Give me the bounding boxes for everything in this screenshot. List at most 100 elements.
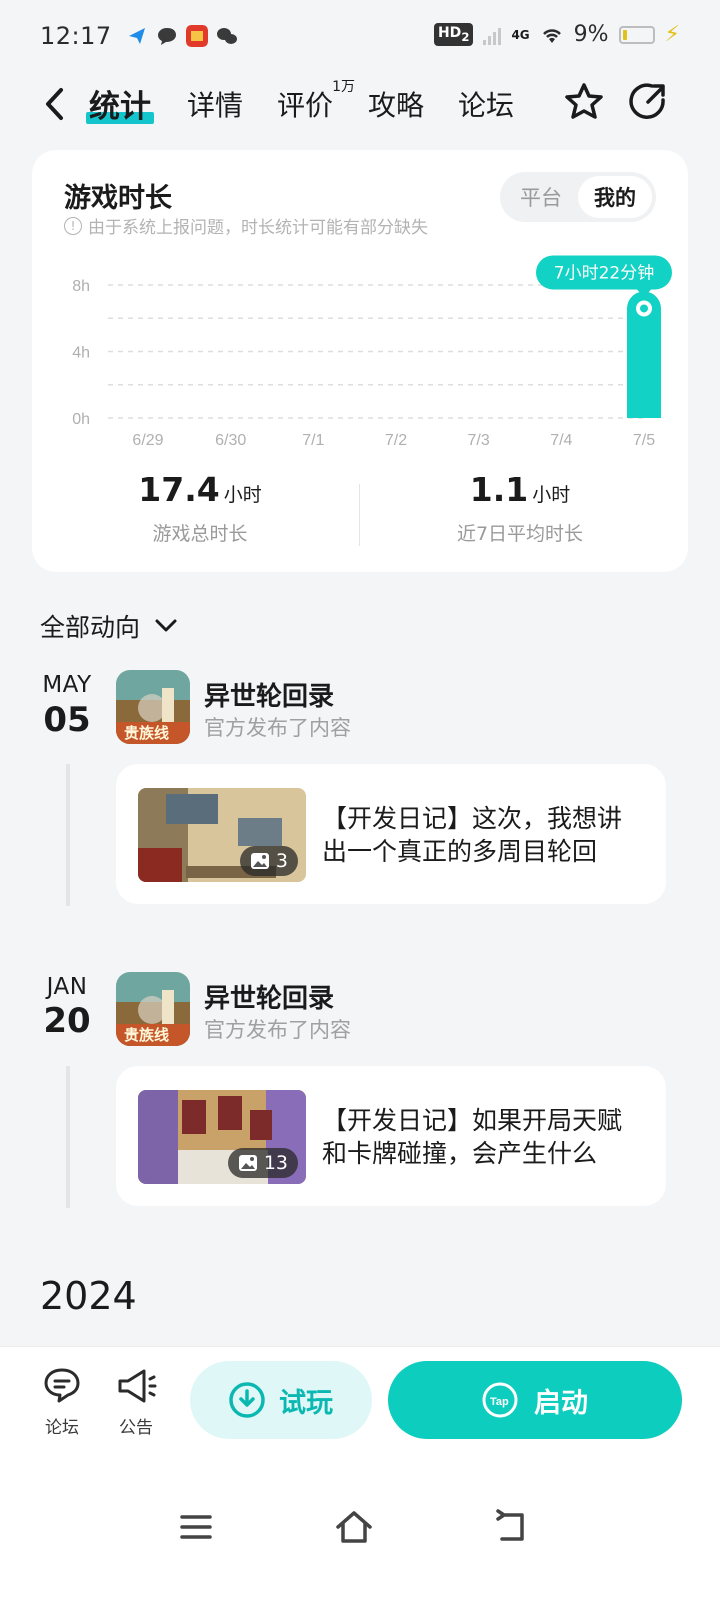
tab-reviews[interactable]: 评价 1万 (277, 79, 355, 124)
game-icon[interactable]: 贵族线 (116, 972, 190, 1046)
game-icon-art: 贵族线 (116, 972, 190, 1046)
toggle-platform[interactable]: 平台 (504, 176, 578, 218)
chart-xtick-label: 7/1 (302, 432, 324, 449)
game-name[interactable]: 异世轮回录 (204, 676, 334, 713)
charging-icon: ⚡ (664, 22, 680, 47)
post-thumbnail: 13 (138, 1090, 306, 1184)
chart-xtick-label: 7/4 (550, 432, 572, 449)
post-month: MAY (42, 672, 92, 698)
taptap-logo-icon: Tap (482, 1382, 518, 1418)
tab-reviews-label: 评价 (277, 89, 334, 122)
chart-xtick-label: 6/30 (215, 432, 246, 449)
tab-forum[interactable]: 论坛 (458, 84, 514, 124)
post-action: 官方发布了内容 (204, 1018, 351, 1042)
shop-app-icon (185, 25, 208, 47)
hd-icon: HD2 (433, 23, 474, 46)
download-icon (229, 1382, 265, 1418)
tab-stats[interactable]: 统计 (86, 81, 154, 126)
forum-button[interactable]: 论坛 (32, 1365, 92, 1438)
post-card[interactable]: 13 【开发日记】如果开局天赋和卡牌碰撞，会产生什么 (116, 1066, 666, 1206)
battery-icon (618, 25, 655, 44)
playtime-chart: 0h 4h 8h 6/29 6/30 7/1 7/2 7/3 7/4 7/5 7小时22分钟 (72, 255, 672, 449)
total-playtime-unit: 小时 (223, 484, 262, 506)
avg-playtime-value: 1.1 (469, 470, 529, 509)
chevron-left-icon (46, 88, 63, 120)
tab-guides[interactable]: 攻略 (368, 84, 424, 124)
launch-button[interactable]: Tap 启动 (388, 1361, 682, 1439)
post-title: 【开发日记】这次，我想讲出一个真正的多周目轮回 (322, 804, 623, 866)
svg-text:Tap: Tap (490, 1396, 509, 1408)
activity-filter[interactable]: 全部动向 (40, 608, 178, 644)
post-day: 05 (43, 700, 91, 740)
chart-bar-base (627, 400, 661, 418)
source-toggle: 平台 我的 (500, 172, 656, 222)
chart-xtick-label: 6/29 (132, 432, 163, 449)
total-playtime-value: 17.4 (138, 470, 220, 509)
trial-label: 试玩 (279, 1387, 333, 1419)
status-right: HD2 4G 9% ⚡ (433, 22, 680, 47)
menu-icon[interactable] (176, 1507, 216, 1547)
total-playtime: 17.4 小时 游戏总时长 (40, 470, 360, 546)
timeline-line (66, 764, 70, 906)
wifi-icon (542, 28, 561, 43)
notice-label: 公告 (119, 1418, 153, 1438)
image-count-badge: 3 (239, 846, 298, 876)
image-icon (250, 853, 269, 869)
image-count-badge: 13 (227, 1148, 298, 1178)
chevron-down-icon (155, 619, 177, 632)
game-icon-text: 贵族线 (124, 724, 169, 742)
post-action: 官方发布了内容 (204, 716, 351, 740)
playtime-title: 游戏时长 (64, 183, 172, 214)
tab-details[interactable]: 详情 (187, 84, 243, 124)
back-nav-icon[interactable] (492, 1507, 532, 1547)
forum-icon (44, 1368, 80, 1403)
share-icon[interactable] (626, 80, 670, 124)
year-heading: 2024 (40, 1274, 137, 1318)
activity-filter-label: 全部动向 (40, 613, 141, 642)
back-button[interactable] (36, 84, 72, 124)
forum-label: 论坛 (45, 1418, 79, 1438)
total-playtime-label: 游戏总时长 (152, 523, 248, 545)
notice-button[interactable]: 公告 (106, 1365, 166, 1438)
network-label: 4G (511, 27, 530, 42)
trial-button[interactable]: 试玩 (190, 1361, 372, 1439)
avg-playtime-unit: 小时 (532, 484, 571, 506)
chart-ytick-label: 0h (72, 411, 90, 428)
playtime-note-text: 由于系统上报问题，时长统计可能有部分缺失 (88, 218, 428, 238)
toggle-mine[interactable]: 我的 (578, 176, 652, 218)
timeline-line (66, 1066, 70, 1208)
status-time: 12:17 (40, 22, 112, 50)
info-icon: ! (64, 216, 82, 235)
game-name[interactable]: 异世轮回录 (204, 978, 334, 1015)
chart-xtick-label: 7/3 (468, 432, 490, 449)
image-count: 13 (263, 1152, 288, 1174)
post-card[interactable]: 3 【开发日记】这次，我想讲出一个真正的多周目轮回 (116, 764, 666, 904)
chart-value-label: 7小时22分钟 (554, 263, 654, 283)
megaphone-icon (118, 1369, 157, 1403)
chart-ytick-label: 8h (72, 278, 90, 295)
paper-plane-icon (128, 28, 145, 44)
image-icon (238, 1155, 257, 1171)
game-icon-art: 贵族线 (116, 670, 190, 744)
image-count: 3 (275, 850, 288, 872)
status-bar: 12:17 HD2 4G 9% ⚡ (0, 0, 720, 72)
avg-playtime: 1.1 小时 近7日平均时长 (360, 470, 680, 546)
home-icon[interactable] (334, 1507, 374, 1547)
chart-ytick-label: 4h (72, 345, 90, 362)
playtime-note: ! 由于系统上报问题，时长统计可能有部分缺失 (64, 213, 428, 238)
top-nav: 统计 详情 评价 1万 攻略 论坛 (0, 72, 720, 138)
signal-icon (483, 25, 502, 45)
post-title: 【开发日记】如果开局天赋和卡牌碰撞，会产生什么 (322, 1106, 623, 1168)
chart-xtick-label: 7/5 (633, 432, 655, 449)
game-icon[interactable]: 贵族线 (116, 670, 190, 744)
post-month: JAN (46, 974, 88, 1000)
star-icon[interactable] (562, 80, 606, 124)
chart-bar-marker-dot (640, 304, 648, 313)
wechat-icon (216, 28, 237, 44)
battery-text: 9% (573, 22, 609, 47)
post-day: 20 (43, 1001, 91, 1041)
launch-label: 启动 (534, 1387, 588, 1419)
avg-playtime-label: 近7日平均时长 (456, 523, 584, 545)
post-thumbnail: 3 (138, 788, 306, 882)
game-icon-text: 贵族线 (124, 1026, 169, 1044)
